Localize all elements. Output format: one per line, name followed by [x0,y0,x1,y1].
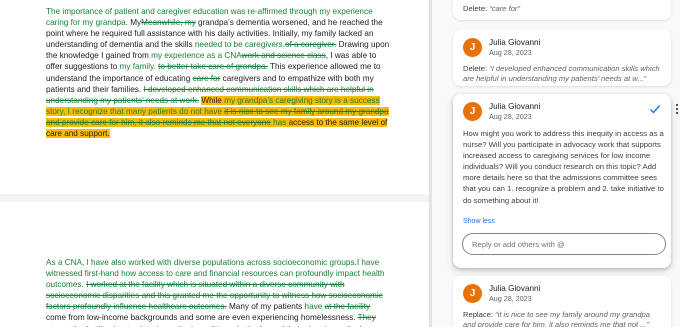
document-page: As a CNA, I have also worked with divers… [0,202,432,327]
check-icon[interactable] [649,103,661,115]
inserted-text: my experience as a CNA [151,51,242,61]
paragraph-cna-experience[interactable]: As a CNA, I have also worked with divers… [46,257,391,327]
comment-body: How might you work to address this inequ… [463,129,664,205]
suggestion-text: “I developed enhanced communication skil… [463,64,660,83]
text-run: come from low-income backgrounds and som… [46,313,358,323]
deleted-text: at the facility [324,302,371,312]
suggestion-card[interactable]: J Julia Giovanni Aug 28, 2023 Replace: “… [453,276,671,327]
comments-panel: Delete: “care for” J Julia Giovanni Aug … [432,0,680,327]
avatar: J [463,284,482,303]
document-page: The importance of patient and caregiver … [0,0,432,194]
paragraph-caregiver-education[interactable]: The importance of patient and caregiver … [46,6,391,139]
avatar: J [463,38,482,57]
more-vert-icon[interactable] [674,103,680,115]
comment-date: Aug 28, 2023 [489,112,532,121]
show-less-link[interactable]: Show less [463,218,495,225]
deleted-text: of a caregiver. [284,40,337,50]
highlighted-inserted-text: has [273,117,287,127]
suggestion-action: Delete: “care for” [463,4,663,14]
suggestion-text: “care for” [489,4,520,13]
highlighted-text: While [201,95,222,105]
suggestion-type: Replace: [463,310,493,319]
suggestion-action: Delete: “I developed enhanced communicat… [463,64,663,84]
document-canvas: The importance of patient and caregiver … [0,0,432,327]
inserted-text: my family. [119,62,156,72]
deleted-text: Meanwhile, my [141,18,196,28]
suggestion-type: Delete: [463,64,488,73]
comment-author: Julia Giovanni [489,38,541,47]
comment-author: Julia Giovanni [489,102,541,111]
comment-card[interactable]: J Julia Giovanni Aug 28, 2023 How might … [453,94,679,268]
suggestion-action: Replace: “it is nice to see my family ar… [463,310,663,327]
inserted-text: needed to be caregivers. [194,40,285,50]
reply-input[interactable] [462,233,666,255]
suggestion-type: Delete: [463,4,488,13]
deleted-text: work and science class [241,51,326,61]
avatar: J [463,102,482,121]
suggestion-card[interactable]: Delete: “care for” [453,0,671,20]
page-break [0,194,432,202]
comment-author: Julia Giovanni [489,284,541,293]
deleted-text: They [357,313,376,323]
inserted-text: have [304,302,323,312]
deleted-text: to better take care of grandpa. [158,62,268,72]
text-run: Many of my patients [226,302,305,312]
comment-date: Aug 28, 2023 [489,48,532,57]
deleted-text: care for [192,73,221,83]
suggestion-card[interactable]: J Julia Giovanni Aug 28, 2023 Delete: “I… [453,30,671,86]
text-run: My [127,18,142,28]
comment-date: Aug 28, 2023 [489,294,532,303]
